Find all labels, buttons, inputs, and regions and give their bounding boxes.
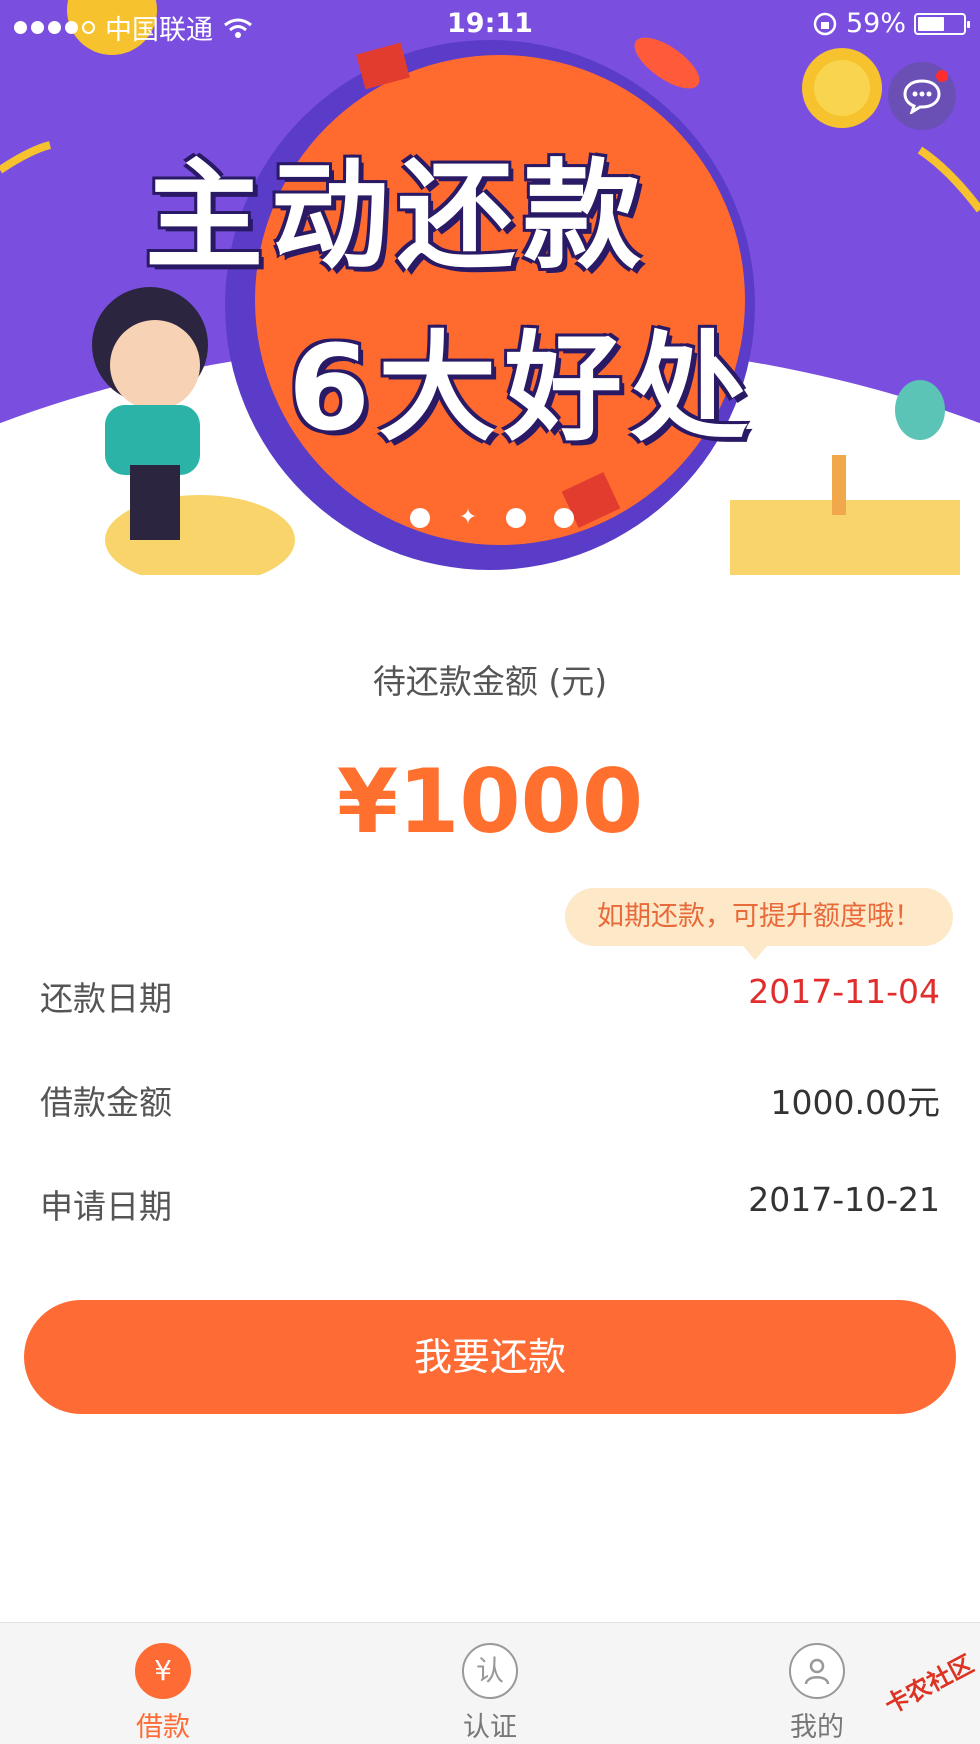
carousel-dot[interactable] [554,508,574,528]
chat-bubble-icon [903,79,941,114]
row-label: 还款日期 [40,979,172,1018]
yuan-icon: ¥ [135,1643,191,1699]
battery-percent: 59% [845,8,906,39]
row-label: 申请日期 [40,1187,172,1226]
tab-loan[interactable]: ¥ 借款 [63,1623,263,1744]
verify-icon: 认 [462,1643,518,1699]
row-value: 1000.00元 [770,1083,940,1122]
rotation-lock-icon [813,12,837,35]
row-value: 2017-11-04 [748,972,940,1011]
tab-verify[interactable]: 认 认证 [390,1623,590,1744]
carousel-dot[interactable] [410,508,430,528]
row-value: 2017-10-21 [748,1180,940,1219]
unread-badge [936,70,948,82]
amount-label: 待还款金额 (元) [372,662,608,701]
carousel-indicator[interactable]: ✦ [410,507,574,529]
banner-title-line2: 6大好处 [288,319,757,457]
promo-banner[interactable]: 主动还款 6大好处 ✦ [0,0,980,575]
message-button[interactable] [888,62,956,130]
battery-icon [914,12,970,35]
carousel-dot-active-star[interactable]: ✦ [458,507,478,529]
amount-value: ¥1000 [336,750,644,853]
row-label: 借款金额 [40,1083,172,1122]
bottom-tab-bar: ¥ 借款 认 认证 我的 [0,1622,980,1744]
banner-title-line1: 主动还款 [145,147,650,285]
repay-tip-bubble: 如期还款，可提升额度哦！ [565,888,953,960]
status-bar: 中国联通 19:11 59% [0,0,980,50]
tab-label: 我的 [790,1712,844,1743]
carousel-dot[interactable] [506,508,526,528]
repay-button[interactable]: 我要还款 [24,1300,956,1414]
tab-label: 借款 [136,1712,190,1743]
row-loan-amount: 借款金额 1000.00元 [40,1076,940,1136]
tab-label: 认证 [463,1712,517,1743]
row-due-date: 还款日期 2017-11-04 [40,972,940,1032]
person-icon [789,1643,845,1699]
row-apply-date: 申请日期 2017-10-21 [40,1180,940,1240]
